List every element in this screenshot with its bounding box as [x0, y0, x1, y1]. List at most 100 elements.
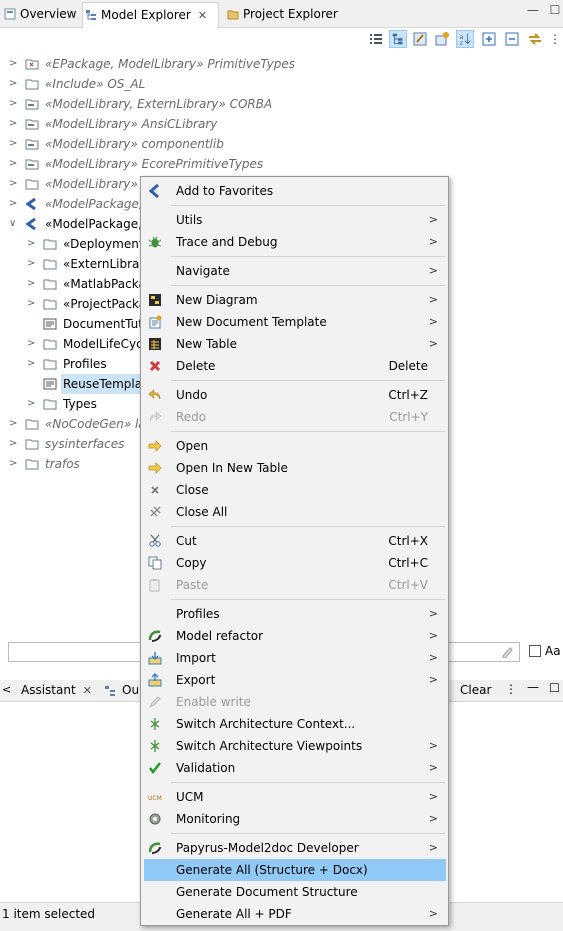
- clear-filter-icon[interactable]: [501, 646, 513, 658]
- tree-item[interactable]: > «ModelPackage,: [0, 194, 143, 214]
- menu-item-switch-architecture-viewpoints[interactable]: Switch Architecture Viewpoints >: [144, 735, 446, 757]
- menu-item-delete[interactable]: Delete Delete: [144, 355, 446, 377]
- view-menu-icon[interactable]: ⋮: [548, 32, 562, 46]
- tree-item[interactable]: > sysinterfaces: [0, 434, 140, 454]
- chevron-right-icon[interactable]: >: [9, 194, 19, 214]
- edit-filter-icon[interactable]: [411, 30, 429, 48]
- expand-all-icon[interactable]: [480, 30, 498, 48]
- chevron-right-icon[interactable]: >: [9, 134, 19, 154]
- menu-item-monitoring[interactable]: Monitoring >: [144, 808, 446, 830]
- match-case-checkbox[interactable]: [529, 645, 541, 657]
- chevron-right-icon[interactable]: >: [9, 94, 19, 114]
- menu-item-add-to-favorites[interactable]: Add to Favorites: [144, 180, 446, 202]
- tree-item[interactable]: > «Include» OS_AL: [0, 74, 300, 94]
- list-icon[interactable]: [367, 30, 385, 48]
- chevron-right-icon[interactable]: >: [27, 294, 37, 314]
- menu-item-close[interactable]: Close: [144, 479, 446, 501]
- tree-item[interactable]: > ModelLifeCyc: [0, 334, 143, 354]
- submenu-arrow-icon: >: [428, 213, 438, 226]
- chevron-right-icon[interactable]: >: [27, 394, 37, 414]
- chevron-right-icon[interactable]: >: [9, 154, 19, 174]
- tab-outline[interactable]: Ou: [122, 683, 139, 697]
- tree-item[interactable]: > «Deployment: [0, 234, 144, 254]
- tree-item[interactable]: DocumentTut: [0, 314, 143, 334]
- menu-item-trace-and-debug[interactable]: Trace and Debug >: [144, 231, 446, 253]
- chevron-right-icon[interactable]: >: [9, 454, 19, 474]
- chevron-right-icon[interactable]: >: [9, 434, 19, 454]
- tree-item[interactable]: > «ModelLibrary» AnsiCLibrary: [0, 114, 300, 134]
- menu-item-validation[interactable]: Validation >: [144, 757, 446, 779]
- chevron-right-icon[interactable]: >: [27, 354, 37, 374]
- chevron-right-icon[interactable]: >: [27, 254, 37, 274]
- tree-view-icon[interactable]: [389, 30, 407, 48]
- tab-assistant[interactable]: Assistant ✕: [21, 683, 92, 697]
- menu-item-enable-write[interactable]: Enable write: [144, 691, 446, 713]
- chevron-right-icon[interactable]: >: [9, 74, 19, 94]
- menu-item-redo[interactable]: Redo Ctrl+Y: [144, 406, 446, 428]
- menu-item-cut[interactable]: Cut Ctrl+X: [144, 530, 446, 552]
- tree-item[interactable]: > «NoCodeGen» la: [0, 414, 146, 434]
- tree-item[interactable]: > Types: [0, 394, 140, 414]
- menu-item-switch-architecture-context[interactable]: Switch Architecture Context...: [144, 713, 446, 735]
- maximize-icon[interactable]: ☐: [549, 681, 560, 695]
- minimize-icon[interactable]: —: [527, 680, 539, 694]
- menu-item-undo[interactable]: Undo Ctrl+Z: [144, 384, 446, 406]
- tree-item[interactable]: > «ModelLibrary, ExternLibrary» CORBA: [0, 94, 300, 114]
- tree-item[interactable]: > «MatlabPacka: [0, 274, 146, 294]
- stereotype: «NoCodeGen»: [45, 417, 132, 431]
- tree-item[interactable]: > «ProjectPacka: [0, 294, 146, 314]
- chevron-left-icon[interactable]: <: [2, 683, 12, 696]
- chevron-right-icon[interactable]: >: [27, 274, 37, 294]
- customize-icon[interactable]: [433, 30, 451, 48]
- chevron-right-icon[interactable]: >: [9, 114, 19, 134]
- tree-item[interactable]: > «ModelLibrary» M: [0, 174, 152, 194]
- chevron-right-icon[interactable]: >: [9, 54, 19, 74]
- menu-item-open[interactable]: Open: [144, 435, 446, 457]
- menu-item-new-diagram[interactable]: New Diagram >: [144, 289, 446, 311]
- tree-item[interactable]: > «ExternLibrar: [0, 254, 144, 274]
- menu-item-profiles[interactable]: Profiles >: [144, 603, 446, 625]
- menu-item-open-in-new-table[interactable]: Open In New Table: [144, 457, 446, 479]
- tree-label: sysinterfaces: [45, 437, 125, 451]
- close-icon[interactable]: ✕: [198, 4, 207, 28]
- menu-item-new-table[interactable]: New Table >: [144, 333, 446, 355]
- tree-item-selected[interactable]: ReuseTempla: [0, 374, 145, 394]
- tree-item-expanded[interactable]: ∨ «ModelPackage,: [0, 214, 142, 234]
- package-icon: [43, 259, 57, 270]
- tab-project-explorer[interactable]: Project Explorer: [225, 4, 338, 24]
- menu-item-import[interactable]: Import >: [144, 647, 446, 669]
- menu-item-model-refactor[interactable]: Model refactor >: [144, 625, 446, 647]
- menu-item-papyrus-model2doc-developer[interactable]: Papyrus-Model2doc Developer >: [144, 837, 446, 859]
- clear-button[interactable]: Clear: [460, 683, 491, 697]
- menu-item-paste[interactable]: Paste Ctrl+V: [144, 574, 446, 596]
- view-menu-icon[interactable]: ⋮: [505, 682, 517, 696]
- menu-item-close-all[interactable]: Close All: [144, 501, 446, 523]
- menu-item-generate-all-structure-docx[interactable]: Generate All (Structure + Docx): [144, 859, 446, 881]
- tree-item[interactable]: > «ModelLibrary» componentlib: [0, 134, 300, 154]
- menu-item-copy[interactable]: Copy Ctrl+C: [144, 552, 446, 574]
- collapse-all-icon[interactable]: [503, 30, 521, 48]
- tab-model-explorer[interactable]: Model Explorer ✕: [82, 2, 219, 28]
- chevron-right-icon[interactable]: >: [9, 174, 19, 194]
- close-icon[interactable]: ✕: [83, 684, 92, 697]
- menu-item-ucm[interactable]: UCM UCM >: [144, 786, 446, 808]
- menu-item-new-document-template[interactable]: New Document Template >: [144, 311, 446, 333]
- sort-icon[interactable]: az: [456, 30, 474, 48]
- chevron-right-icon[interactable]: >: [9, 414, 19, 434]
- link-with-editor-icon[interactable]: [526, 30, 544, 48]
- menu-item-utils[interactable]: Utils >: [144, 209, 446, 231]
- tree-item[interactable]: > «EPackage, ModelLibrary» PrimitiveType…: [0, 54, 300, 74]
- tree-item[interactable]: > trafos: [0, 454, 140, 474]
- tree-item[interactable]: > Profiles: [0, 354, 140, 374]
- menu-item-navigate[interactable]: Navigate >: [144, 260, 446, 282]
- menu-item-generate-document-structure[interactable]: Generate Document Structure: [144, 881, 446, 903]
- tree-item[interactable]: > «ModelLibrary» EcorePrimitiveTypes: [0, 154, 300, 174]
- tab-overview[interactable]: Overview: [2, 4, 77, 24]
- menu-item-generate-all-pdf[interactable]: Generate All + PDF >: [144, 903, 446, 925]
- minimize-icon[interactable]: —: [526, 3, 540, 17]
- chevron-right-icon[interactable]: >: [27, 334, 37, 354]
- chevron-down-icon[interactable]: ∨: [9, 214, 19, 234]
- maximize-icon[interactable]: ☐: [548, 3, 562, 17]
- chevron-right-icon[interactable]: >: [27, 234, 37, 254]
- menu-item-export[interactable]: Export >: [144, 669, 446, 691]
